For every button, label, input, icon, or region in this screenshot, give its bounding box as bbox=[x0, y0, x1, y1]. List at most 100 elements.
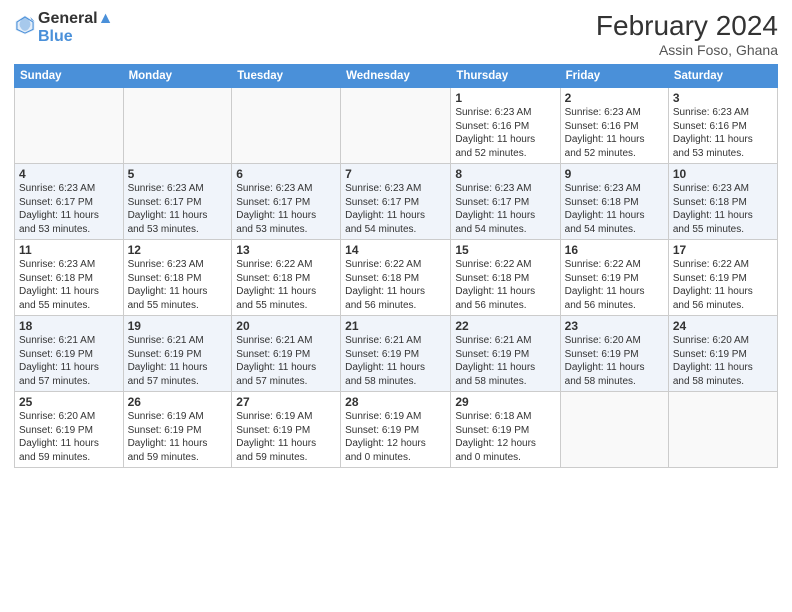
day-number: 9 bbox=[565, 167, 664, 181]
day-info: Sunrise: 6:23 AM Sunset: 6:17 PM Dayligh… bbox=[128, 182, 228, 236]
weekday-header-friday: Friday bbox=[560, 65, 668, 88]
day-number: 3 bbox=[673, 91, 773, 105]
calendar-cell: 11Sunrise: 6:23 AM Sunset: 6:18 PM Dayli… bbox=[15, 240, 124, 316]
calendar-cell: 12Sunrise: 6:23 AM Sunset: 6:18 PM Dayli… bbox=[123, 240, 232, 316]
calendar-cell: 25Sunrise: 6:20 AM Sunset: 6:19 PM Dayli… bbox=[15, 392, 124, 468]
calendar-cell: 10Sunrise: 6:23 AM Sunset: 6:18 PM Dayli… bbox=[668, 164, 777, 240]
calendar-cell: 13Sunrise: 6:22 AM Sunset: 6:18 PM Dayli… bbox=[232, 240, 341, 316]
day-info: Sunrise: 6:21 AM Sunset: 6:19 PM Dayligh… bbox=[19, 334, 119, 388]
calendar-cell: 22Sunrise: 6:21 AM Sunset: 6:19 PM Dayli… bbox=[451, 316, 560, 392]
day-info: Sunrise: 6:18 AM Sunset: 6:19 PM Dayligh… bbox=[455, 410, 555, 464]
header: General▲ Blue February 2024 Assin Foso, … bbox=[14, 10, 778, 58]
calendar-table: SundayMondayTuesdayWednesdayThursdayFrid… bbox=[14, 64, 778, 468]
calendar-cell: 8Sunrise: 6:23 AM Sunset: 6:17 PM Daylig… bbox=[451, 164, 560, 240]
calendar-cell: 16Sunrise: 6:22 AM Sunset: 6:19 PM Dayli… bbox=[560, 240, 668, 316]
calendar-cell bbox=[560, 392, 668, 468]
logo-text: General▲ Blue bbox=[38, 10, 113, 45]
weekday-header-sunday: Sunday bbox=[15, 65, 124, 88]
calendar-cell: 17Sunrise: 6:22 AM Sunset: 6:19 PM Dayli… bbox=[668, 240, 777, 316]
day-info: Sunrise: 6:22 AM Sunset: 6:18 PM Dayligh… bbox=[345, 258, 446, 312]
day-info: Sunrise: 6:21 AM Sunset: 6:19 PM Dayligh… bbox=[455, 334, 555, 388]
weekday-header-wednesday: Wednesday bbox=[341, 65, 451, 88]
day-number: 27 bbox=[236, 395, 336, 409]
calendar-cell: 18Sunrise: 6:21 AM Sunset: 6:19 PM Dayli… bbox=[15, 316, 124, 392]
day-info: Sunrise: 6:19 AM Sunset: 6:19 PM Dayligh… bbox=[345, 410, 446, 464]
day-number: 12 bbox=[128, 243, 228, 257]
calendar-cell: 3Sunrise: 6:23 AM Sunset: 6:16 PM Daylig… bbox=[668, 88, 777, 164]
day-number: 18 bbox=[19, 319, 119, 333]
calendar-cell: 24Sunrise: 6:20 AM Sunset: 6:19 PM Dayli… bbox=[668, 316, 777, 392]
day-number: 11 bbox=[19, 243, 119, 257]
day-number: 6 bbox=[236, 167, 336, 181]
calendar-cell: 15Sunrise: 6:22 AM Sunset: 6:18 PM Dayli… bbox=[451, 240, 560, 316]
day-number: 23 bbox=[565, 319, 664, 333]
calendar-cell: 5Sunrise: 6:23 AM Sunset: 6:17 PM Daylig… bbox=[123, 164, 232, 240]
day-info: Sunrise: 6:23 AM Sunset: 6:17 PM Dayligh… bbox=[19, 182, 119, 236]
day-info: Sunrise: 6:20 AM Sunset: 6:19 PM Dayligh… bbox=[565, 334, 664, 388]
month-year-title: February 2024 bbox=[596, 10, 778, 42]
day-number: 15 bbox=[455, 243, 555, 257]
day-info: Sunrise: 6:21 AM Sunset: 6:19 PM Dayligh… bbox=[236, 334, 336, 388]
day-number: 20 bbox=[236, 319, 336, 333]
weekday-header-thursday: Thursday bbox=[451, 65, 560, 88]
day-info: Sunrise: 6:20 AM Sunset: 6:19 PM Dayligh… bbox=[673, 334, 773, 388]
calendar-cell: 4Sunrise: 6:23 AM Sunset: 6:17 PM Daylig… bbox=[15, 164, 124, 240]
logo: General▲ Blue bbox=[14, 10, 113, 45]
day-info: Sunrise: 6:23 AM Sunset: 6:17 PM Dayligh… bbox=[236, 182, 336, 236]
day-info: Sunrise: 6:23 AM Sunset: 6:16 PM Dayligh… bbox=[455, 106, 555, 160]
calendar-cell: 1Sunrise: 6:23 AM Sunset: 6:16 PM Daylig… bbox=[451, 88, 560, 164]
day-info: Sunrise: 6:19 AM Sunset: 6:19 PM Dayligh… bbox=[236, 410, 336, 464]
calendar-cell: 27Sunrise: 6:19 AM Sunset: 6:19 PM Dayli… bbox=[232, 392, 341, 468]
calendar-cell: 6Sunrise: 6:23 AM Sunset: 6:17 PM Daylig… bbox=[232, 164, 341, 240]
day-info: Sunrise: 6:23 AM Sunset: 6:17 PM Dayligh… bbox=[345, 182, 446, 236]
calendar-cell: 2Sunrise: 6:23 AM Sunset: 6:16 PM Daylig… bbox=[560, 88, 668, 164]
day-info: Sunrise: 6:23 AM Sunset: 6:16 PM Dayligh… bbox=[565, 106, 664, 160]
day-number: 29 bbox=[455, 395, 555, 409]
calendar-cell bbox=[232, 88, 341, 164]
day-number: 25 bbox=[19, 395, 119, 409]
day-number: 5 bbox=[128, 167, 228, 181]
day-number: 1 bbox=[455, 91, 555, 105]
calendar-cell: 28Sunrise: 6:19 AM Sunset: 6:19 PM Dayli… bbox=[341, 392, 451, 468]
weekday-header-tuesday: Tuesday bbox=[232, 65, 341, 88]
day-number: 21 bbox=[345, 319, 446, 333]
calendar-cell: 29Sunrise: 6:18 AM Sunset: 6:19 PM Dayli… bbox=[451, 392, 560, 468]
day-number: 19 bbox=[128, 319, 228, 333]
day-number: 10 bbox=[673, 167, 773, 181]
page: General▲ Blue February 2024 Assin Foso, … bbox=[0, 0, 792, 612]
day-info: Sunrise: 6:23 AM Sunset: 6:16 PM Dayligh… bbox=[673, 106, 773, 160]
day-info: Sunrise: 6:20 AM Sunset: 6:19 PM Dayligh… bbox=[19, 410, 119, 464]
day-info: Sunrise: 6:23 AM Sunset: 6:18 PM Dayligh… bbox=[128, 258, 228, 312]
logo-icon bbox=[14, 14, 36, 36]
day-number: 8 bbox=[455, 167, 555, 181]
day-number: 16 bbox=[565, 243, 664, 257]
calendar-cell: 7Sunrise: 6:23 AM Sunset: 6:17 PM Daylig… bbox=[341, 164, 451, 240]
calendar-cell bbox=[123, 88, 232, 164]
calendar-cell: 19Sunrise: 6:21 AM Sunset: 6:19 PM Dayli… bbox=[123, 316, 232, 392]
day-info: Sunrise: 6:23 AM Sunset: 6:18 PM Dayligh… bbox=[565, 182, 664, 236]
day-number: 7 bbox=[345, 167, 446, 181]
day-number: 28 bbox=[345, 395, 446, 409]
day-info: Sunrise: 6:19 AM Sunset: 6:19 PM Dayligh… bbox=[128, 410, 228, 464]
day-number: 14 bbox=[345, 243, 446, 257]
weekday-header-saturday: Saturday bbox=[668, 65, 777, 88]
calendar-cell bbox=[668, 392, 777, 468]
day-info: Sunrise: 6:23 AM Sunset: 6:18 PM Dayligh… bbox=[19, 258, 119, 312]
day-info: Sunrise: 6:23 AM Sunset: 6:18 PM Dayligh… bbox=[673, 182, 773, 236]
calendar-cell: 23Sunrise: 6:20 AM Sunset: 6:19 PM Dayli… bbox=[560, 316, 668, 392]
day-number: 26 bbox=[128, 395, 228, 409]
calendar-cell: 14Sunrise: 6:22 AM Sunset: 6:18 PM Dayli… bbox=[341, 240, 451, 316]
calendar-cell: 9Sunrise: 6:23 AM Sunset: 6:18 PM Daylig… bbox=[560, 164, 668, 240]
day-number: 13 bbox=[236, 243, 336, 257]
location-subtitle: Assin Foso, Ghana bbox=[596, 42, 778, 58]
day-number: 2 bbox=[565, 91, 664, 105]
day-info: Sunrise: 6:23 AM Sunset: 6:17 PM Dayligh… bbox=[455, 182, 555, 236]
calendar-cell bbox=[15, 88, 124, 164]
calendar-cell: 20Sunrise: 6:21 AM Sunset: 6:19 PM Dayli… bbox=[232, 316, 341, 392]
day-info: Sunrise: 6:22 AM Sunset: 6:19 PM Dayligh… bbox=[565, 258, 664, 312]
day-number: 22 bbox=[455, 319, 555, 333]
day-number: 17 bbox=[673, 243, 773, 257]
day-info: Sunrise: 6:21 AM Sunset: 6:19 PM Dayligh… bbox=[128, 334, 228, 388]
calendar-cell: 26Sunrise: 6:19 AM Sunset: 6:19 PM Dayli… bbox=[123, 392, 232, 468]
day-number: 24 bbox=[673, 319, 773, 333]
